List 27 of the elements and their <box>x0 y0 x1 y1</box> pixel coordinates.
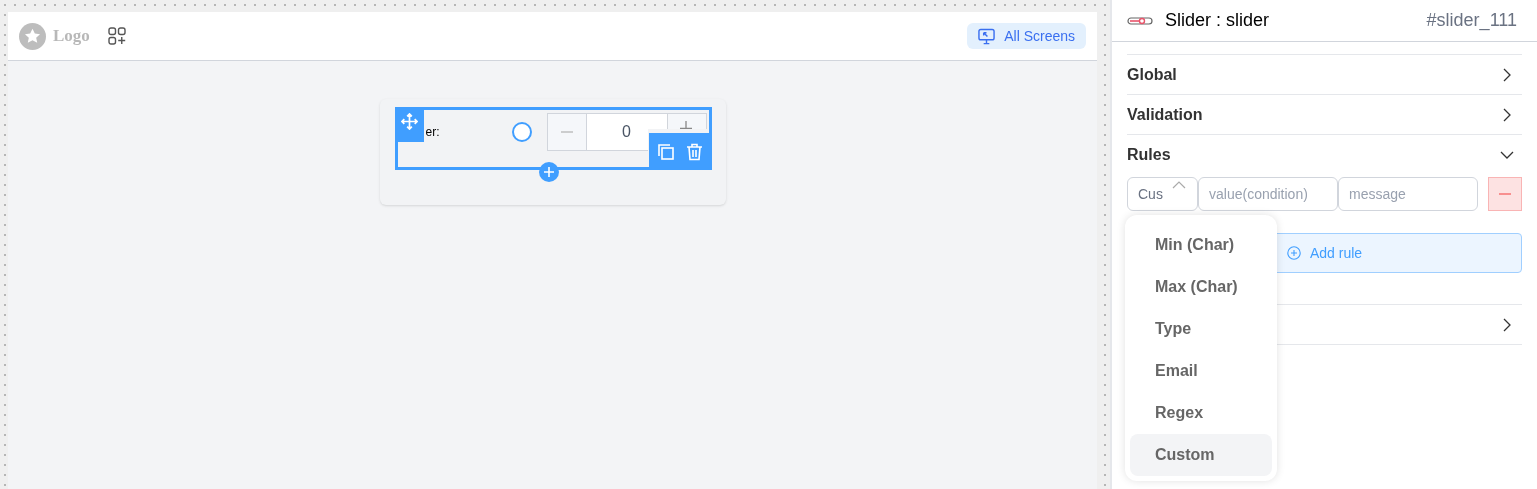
move-icon <box>400 113 418 130</box>
dropdown-option[interactable]: Custom <box>1130 434 1272 476</box>
rule-type-select[interactable]: Cus <box>1127 177 1198 211</box>
add-widget-icon[interactable] <box>107 27 126 45</box>
section-title[interactable]: Rules <box>1127 142 1171 167</box>
monitor-icon <box>978 27 996 45</box>
add-below-icon[interactable] <box>538 162 559 182</box>
logo-text: Logo <box>53 25 90 48</box>
caret-up-icon <box>1172 181 1186 189</box>
section-title[interactable]: Global <box>1127 62 1177 87</box>
slider-thumb[interactable] <box>511 122 532 142</box>
stepper-input[interactable]: 0 <box>586 113 648 151</box>
section-title[interactable]: Validation <box>1127 102 1203 127</box>
panel-title: Slider : slider <box>1165 9 1270 32</box>
logo-icon <box>19 22 46 50</box>
remove-rule-button[interactable] <box>1488 177 1522 211</box>
slider-icon <box>1127 15 1153 26</box>
copy-icon[interactable] <box>657 142 675 161</box>
minus-icon <box>560 131 573 133</box>
field-label: er: <box>425 124 440 141</box>
widget-id: #slider_111 <box>1426 9 1517 33</box>
minus-icon <box>1499 193 1512 195</box>
all-screens-button[interactable]: All Screens <box>967 23 1086 49</box>
delete-icon[interactable] <box>686 142 703 161</box>
increment-button[interactable] <box>647 113 707 129</box>
plus-circle-icon <box>1286 246 1301 260</box>
selected-widget-frame[interactable]: er: 0 <box>394 107 712 170</box>
